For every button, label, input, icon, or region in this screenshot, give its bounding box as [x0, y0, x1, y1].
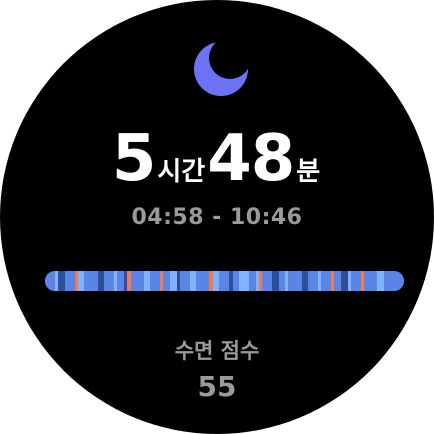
sleep-stage-segment-light [104, 271, 115, 291]
sleep-stage-segment-deep [271, 271, 279, 291]
sleep-stage-segment-light [45, 271, 55, 291]
sleep-stage-segment-rem [170, 271, 177, 291]
sleep-stage-segment-light [308, 271, 319, 291]
sleep-stage-segment-light [64, 271, 75, 291]
sleep-score-label: 수면 점수 [174, 339, 260, 363]
sleep-stage-segment-light [179, 271, 190, 291]
sleep-stage-segment-deep [341, 271, 348, 291]
sleep-stage-segment-light [130, 271, 144, 291]
sleep-stage-segment-light [84, 271, 98, 291]
sleep-stage-segment-light [163, 271, 170, 291]
duration-hours: 5 [111, 122, 157, 196]
sleep-stage-segment-light [150, 271, 161, 291]
sleep-stage-segment-deep [97, 271, 105, 291]
sleep-stage-segment-light [288, 271, 302, 291]
sleep-stage-segment-light [219, 271, 230, 291]
duration-minutes: 48 [207, 122, 295, 196]
sleep-stage-segment-light [364, 271, 378, 291]
sleep-stage-segment-light [117, 271, 124, 291]
sleep-time-range: 04:58 - 10:46 [131, 205, 303, 230]
sleep-stage-segment-light [383, 271, 404, 291]
sleep-stage-segment-rem [239, 271, 249, 291]
sleep-stage-segment-rem [143, 271, 151, 291]
sleep-stage-segment-light [262, 271, 272, 291]
moon-icon [194, 42, 248, 96]
sleep-duration: 5시간48분 [0, 122, 434, 196]
sleep-stage-segment-light [232, 271, 240, 291]
sleep-score-value: 55 [197, 370, 237, 403]
sleep-stage-segment-light [321, 271, 332, 291]
sleep-stage-segment-light [248, 271, 256, 291]
sleep-stage-segment-light [334, 271, 342, 291]
sleep-stage-segment-light [278, 271, 286, 291]
sleep-stage-bar [45, 271, 404, 291]
sleep-stage-segment-rem [189, 271, 197, 291]
sleep-stage-segment-rem [377, 271, 384, 291]
watch-face: 5시간48분 04:58 - 10:46 수면 점수 55 [0, 0, 434, 434]
duration-hours-unit: 시간 [157, 157, 206, 187]
sleep-stage-segment-light [196, 271, 210, 291]
duration-minutes-unit: 분 [296, 157, 321, 187]
sleep-stage-segment-rem [212, 271, 220, 291]
sleep-stage-segment-rem [77, 271, 85, 291]
sleep-stage-segment-deep [58, 271, 65, 291]
sleep-stage-segment-deep [301, 271, 309, 291]
sleep-stage-segment-light [350, 271, 361, 291]
